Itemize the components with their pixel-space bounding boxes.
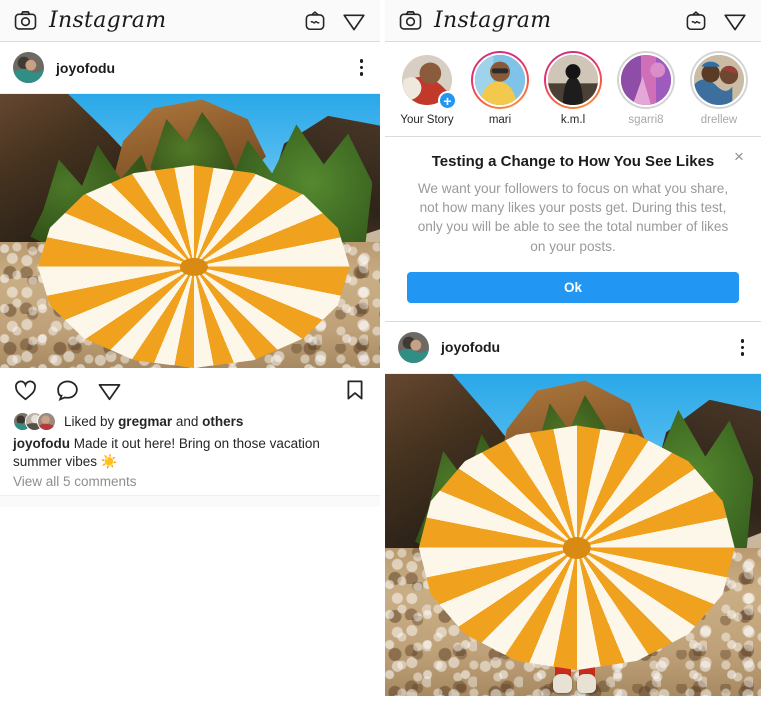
story-ring-unseen xyxy=(544,51,602,109)
story-item-sgarri8[interactable]: sgarri8 xyxy=(614,51,678,127)
post-username[interactable]: joyofodu xyxy=(56,60,115,76)
post-action-bar xyxy=(0,368,380,412)
share-paper-plane-icon[interactable] xyxy=(97,378,122,403)
app-bar-brand: Instagram xyxy=(14,9,166,32)
likes-row: Liked by gregmar and others xyxy=(13,412,367,435)
post-header: joyofodu xyxy=(0,42,380,94)
camera-icon[interactable] xyxy=(399,9,422,32)
likes-test-dialog: × Testing a Change to How You See Likes … xyxy=(385,137,761,322)
story-ring-own: + xyxy=(398,51,457,110)
story-label: sgarri8 xyxy=(628,114,664,126)
story-item-drellew[interactable]: drellew xyxy=(687,51,751,127)
direct-share-icon[interactable] xyxy=(342,9,366,33)
story-label: k.m.l xyxy=(560,114,586,126)
liker-avatars xyxy=(13,412,56,431)
app-bar: Instagram xyxy=(385,0,761,42)
right-screen: Instagram + Your Story mari k.m.l sgarri… xyxy=(385,0,761,707)
igtv-icon[interactable] xyxy=(685,10,707,32)
app-bar-actions xyxy=(304,9,366,33)
avatar[interactable] xyxy=(398,331,429,363)
story-ring-seen xyxy=(617,51,675,109)
striped-umbrella xyxy=(418,425,735,671)
story-item-mari[interactable]: mari xyxy=(468,51,532,127)
likes-conjunction: and xyxy=(175,414,199,429)
footer-strip xyxy=(0,495,380,508)
post-header: joyofodu xyxy=(385,321,761,374)
likes-others[interactable]: others xyxy=(202,414,243,429)
post-meta: Liked by gregmar and others joyofodu Mad… xyxy=(0,412,380,496)
comment-bubble-icon[interactable] xyxy=(55,378,80,403)
likes-prefix: Liked by xyxy=(64,414,115,429)
stories-tray[interactable]: + Your Story mari k.m.l sgarri8 drellew xyxy=(385,42,761,137)
avatar[interactable] xyxy=(13,52,44,83)
screenshot-root: Instagram joyofodu Liked by gregmar and … xyxy=(0,0,761,707)
story-item-kml[interactable]: k.m.l xyxy=(541,51,605,127)
dialog-body: We want your followers to focus on what … xyxy=(417,180,729,254)
more-options-icon[interactable] xyxy=(356,55,368,80)
story-ring-seen xyxy=(690,51,748,109)
instagram-wordmark: Instagram xyxy=(434,7,552,33)
likes-username[interactable]: gregmar xyxy=(118,414,172,429)
plus-badge-icon[interactable]: + xyxy=(438,91,457,110)
liker-avatar-3 xyxy=(37,412,56,431)
striped-umbrella xyxy=(38,165,350,368)
dialog-title: Testing a Change to How You See Likes xyxy=(431,153,715,170)
ok-button[interactable]: Ok xyxy=(407,271,739,303)
story-label: Your Story xyxy=(400,114,454,126)
instagram-wordmark: Instagram xyxy=(49,7,167,33)
camera-icon[interactable] xyxy=(14,9,37,32)
direct-share-icon[interactable] xyxy=(723,9,747,33)
heart-icon[interactable] xyxy=(13,378,38,403)
photo-scene xyxy=(0,94,380,368)
story-ring-unseen xyxy=(471,51,529,109)
post-caption: joyofodu Made it out here! Bring on thos… xyxy=(13,435,367,474)
shoe-right xyxy=(577,674,597,693)
likes-text: Liked by gregmar and others xyxy=(64,414,243,429)
story-label: mari xyxy=(488,114,512,126)
igtv-icon[interactable] xyxy=(304,10,326,32)
app-bar-actions xyxy=(685,9,747,33)
close-icon[interactable]: × xyxy=(729,147,749,167)
left-screen: Instagram joyofodu Liked by gregmar and … xyxy=(0,0,380,707)
post-photo[interactable] xyxy=(0,94,380,368)
view-comments-link[interactable]: View all 5 comments xyxy=(13,474,367,495)
caption-username[interactable]: joyofodu xyxy=(13,436,70,451)
story-label: drellew xyxy=(700,114,738,126)
photo-scene xyxy=(385,373,761,696)
post-username[interactable]: joyofodu xyxy=(441,339,500,355)
post-photo[interactable] xyxy=(385,373,761,696)
bookmark-icon[interactable] xyxy=(343,378,367,402)
app-bar: Instagram xyxy=(0,0,380,42)
shoe-left xyxy=(553,674,573,693)
more-options-icon[interactable] xyxy=(737,335,749,360)
story-item-your-story[interactable]: + Your Story xyxy=(395,51,459,127)
app-bar-brand: Instagram xyxy=(399,9,551,32)
